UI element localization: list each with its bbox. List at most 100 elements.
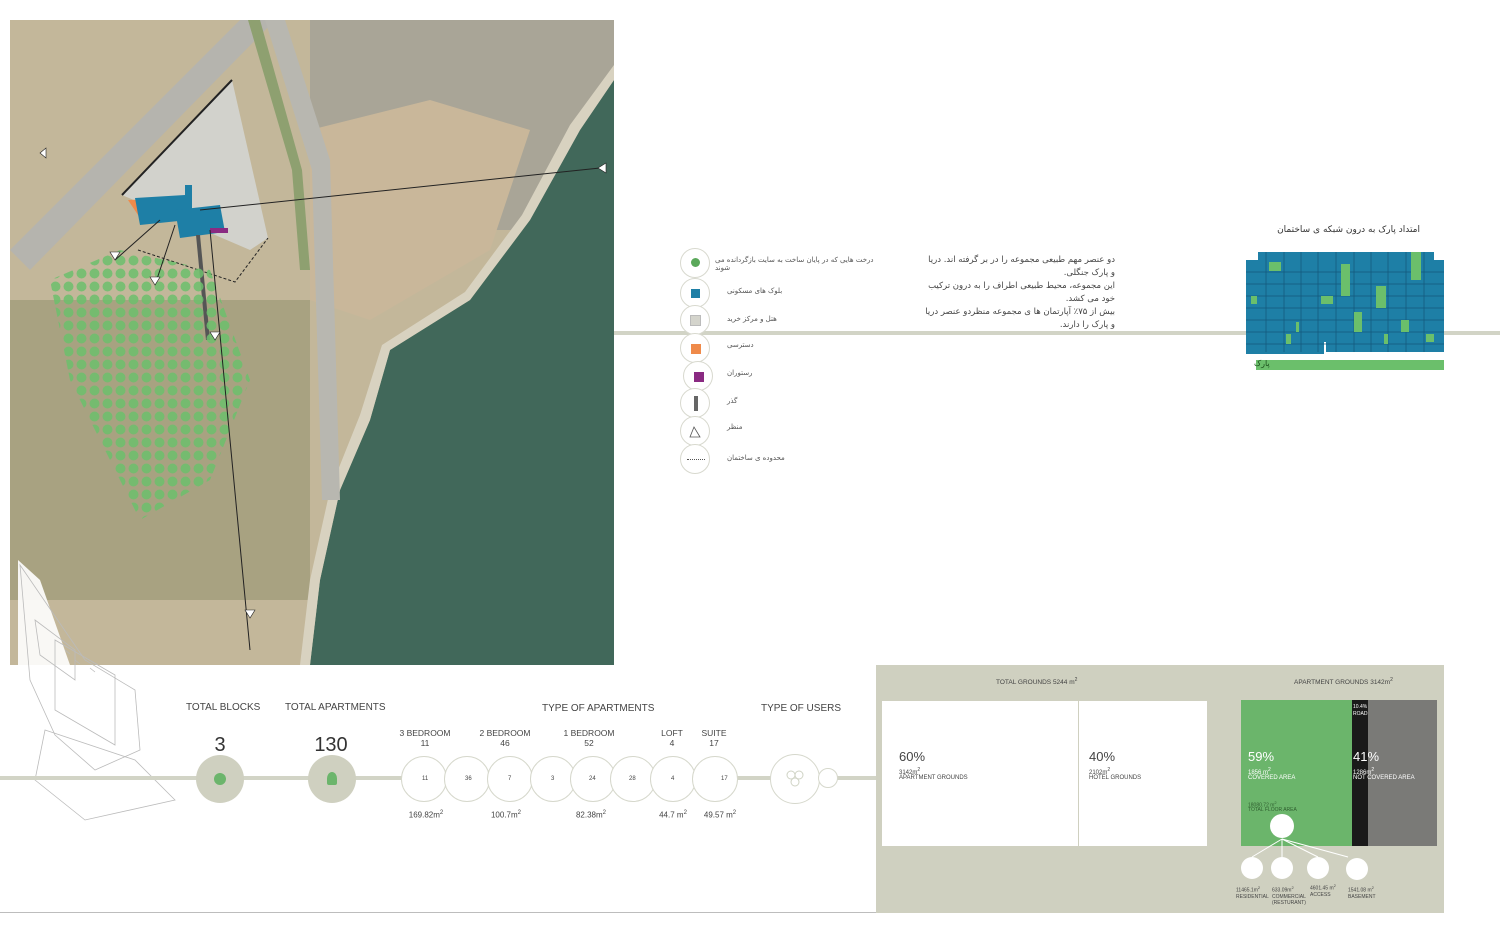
area-unit: 2 [1274, 800, 1277, 805]
apartment-circle-count: 36 [465, 776, 472, 782]
breakdown-value: 11465.1m [1236, 887, 1258, 894]
apartment-type-name: 1 BEDROOM [563, 728, 615, 738]
total-grounds-title: TOTAL GROUNDS 5244 m2 [996, 677, 1077, 686]
area-unit: 2 [1371, 885, 1374, 890]
hotel-grounds-box: 40% 2102m2 HOTEL GROUNDS [1079, 701, 1207, 846]
apartment-circle-count: 28 [629, 776, 636, 782]
covered-pct: 59% [1248, 749, 1275, 764]
area-unit: 2 [732, 810, 737, 816]
users-icon [786, 770, 804, 787]
area-unit: 2 [1291, 885, 1294, 890]
apartment-type-count: 46 [500, 738, 510, 748]
legend-label: بلوک های مسکونی [727, 287, 783, 295]
restaurant-block [210, 228, 228, 233]
users-circle [770, 754, 820, 804]
area-unit: 2 [1268, 767, 1271, 773]
residential-breakdown: 11465.1m2 RESIDENTIAL [1236, 885, 1272, 900]
total-apartments-label: TOTAL APARTMENTS [285, 702, 386, 713]
area-unit: 2 [683, 810, 687, 816]
apartment-circle-count: 17 [721, 776, 728, 782]
area-unit: 2 [1333, 883, 1336, 888]
legend-circle [680, 278, 710, 308]
basement-node [1346, 858, 1368, 880]
access-node [1307, 857, 1329, 879]
covered-label: COVERED AREA [1248, 775, 1296, 781]
apartment-type-1bedroom: 1 BEDROOM 52 [554, 728, 624, 748]
park-grid: پارک [1246, 252, 1444, 370]
breakdown-label: BASEMENT [1348, 893, 1376, 900]
hotel-pct: 40% [1089, 749, 1116, 764]
commercial-node [1271, 857, 1293, 879]
park-grid-svg [1246, 252, 1444, 370]
apartment-circle-count: 7 [508, 776, 512, 782]
legend-circle [680, 444, 710, 474]
building-sketch-svg [19, 563, 176, 821]
apartment-grounds-box: 60% 3142m2 APARTMENT GROUNDS [882, 701, 1078, 846]
apartment-type-name: 2 BEDROOM [479, 728, 531, 738]
breakdown-value: 4601.45 m [1310, 885, 1334, 892]
apartment-type-name: SUITE [701, 728, 727, 738]
area-value: 44.7 m [659, 810, 684, 820]
breakdown-value: 1541.08 m [1348, 887, 1372, 894]
apartment-icon [327, 772, 337, 785]
breakdown-label: COMMERCIAL (RESTURANT) [1272, 893, 1306, 906]
apartment-area: 100.7m2 [476, 810, 536, 820]
grounds-panel: TOTAL GROUNDS 5244 m2 APARTMENT GROUNDS … [876, 665, 1444, 913]
park-strip [1256, 360, 1444, 370]
type-of-users-label: TYPE OF USERS [761, 703, 842, 714]
apartment-area: 82.38m2 [561, 810, 621, 820]
description-line: و پارک را دارند. [1059, 320, 1115, 330]
area-value: 82.38m [575, 810, 603, 820]
area-unit: 2 [1074, 677, 1078, 683]
area-unit: 2 [1390, 677, 1393, 683]
legend-label: گذر [727, 397, 738, 405]
residential-block-3 [185, 185, 192, 220]
area-unit: 2 [439, 810, 444, 816]
apartment-grounds-label: APARTMENT GROUNDS [899, 775, 968, 781]
apartment-pct: 60% [899, 749, 926, 764]
apartment-type-count: 17 [709, 738, 719, 748]
park-label: پارک [1254, 359, 1270, 368]
legend-circle [680, 333, 710, 363]
total-floor-area-label: TOTAL FLOOR AREA [1248, 807, 1297, 813]
legend-circle [680, 388, 710, 418]
legend-label: منظر [727, 423, 743, 431]
basement-breakdown: 1541.08 m2 BASEMENT [1348, 885, 1384, 900]
view-icon [689, 426, 701, 438]
apartment-circle: 36 [444, 756, 490, 802]
description-line: این مجموعه، محیط طبیعی اطراف را به درون … [928, 281, 1115, 291]
description-line: بیش از ۷۵٪ آپارتمان ها ی مجموعه منظردو ع… [925, 307, 1115, 317]
legend-label: دسترسی [727, 341, 754, 349]
apartment-type-name: 3 BEDROOM [399, 728, 451, 738]
residential-block-icon [691, 289, 700, 298]
area-unit: 2 [1107, 767, 1111, 773]
apartment-area: 169.82m2 [396, 810, 456, 820]
area-value: 100.7m [490, 810, 518, 820]
boundary-icon [687, 459, 705, 460]
apartment-circle: 4 [650, 756, 696, 802]
apartment-type-count: 11 [420, 738, 430, 748]
description-line: دو عنصر مهم طبیعی مجموعه را در بر گرفته … [928, 255, 1115, 265]
area-unit: 2 [1371, 767, 1375, 773]
apartment-type-suite: SUITE 17 [679, 728, 749, 748]
total-grounds-text: TOTAL GROUNDS 5244 m [996, 679, 1075, 687]
description-line: خود می کشد. [1065, 294, 1115, 304]
users-sub-circle [818, 768, 838, 788]
passage-icon [694, 396, 698, 411]
apartment-circle-count: 3 [551, 776, 555, 782]
legend-circle [680, 416, 710, 446]
legend-circle [683, 361, 713, 391]
apartment-circle: 11 [401, 756, 447, 802]
apartment-type-count: 52 [584, 738, 594, 748]
park-grid-title: امتداد پارک به درون شبکه ی ساختمان [1277, 225, 1420, 235]
apartment-circle-count: 11 [422, 776, 429, 782]
apartment-type-2bedroom: 2 BEDROOM 46 [470, 728, 540, 748]
area-value: 49.57 m [703, 810, 733, 820]
blocks-icon [214, 773, 226, 785]
legend-circle [680, 305, 710, 335]
legend-label: رستوران [727, 369, 753, 377]
total-apartments-value: 130 [314, 734, 348, 756]
floor-area-node [1270, 814, 1294, 838]
covered-area-box: 59% 1856 m2 COVERED AREA 18080.72 m2 TOT… [1241, 700, 1352, 846]
legend-label: محدوده ی ساختمان [727, 454, 785, 462]
